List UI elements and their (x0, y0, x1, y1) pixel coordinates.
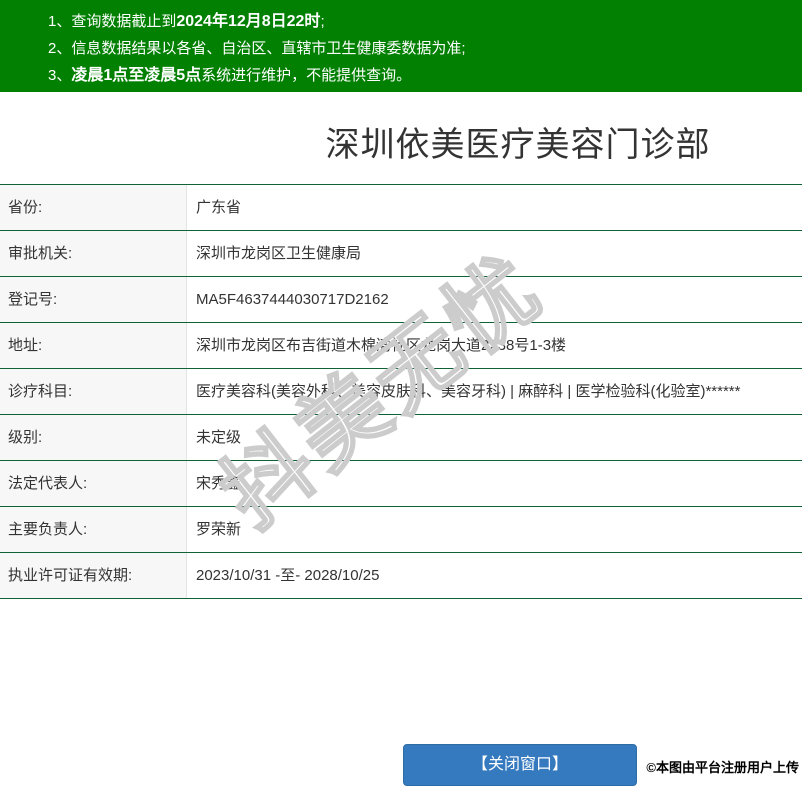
row-value: 深圳市龙岗区布吉街道木棉湾社区龙岗大道2238号1-3楼 (196, 337, 567, 354)
notice-text-bold: 凌晨1点至凌晨5点 (71, 67, 202, 84)
table-row-address: 地址: 深圳市龙岗区布吉街道木棉湾社区龙岗大道2238号1-3楼 (0, 322, 802, 368)
notice-text-bold: 2024年12月8日22时 (176, 13, 321, 30)
row-label: 省份: (0, 185, 187, 230)
row-label: 登记号: (0, 277, 187, 322)
notice-text: 2、信息数据结果以各省、自治区、直辖市卫生健康委数据为准; (48, 40, 466, 57)
row-label: 级别: (0, 415, 187, 460)
table-row-legal-representative: 法定代表人: 宋秀鑫 (0, 460, 802, 506)
title-row: 深圳依美医疗美容门诊部 (0, 93, 802, 183)
row-label: 主要负责人: (0, 507, 187, 552)
info-table: 省份: 广东省 审批机关: 深圳市龙岗区卫生健康局 登记号: MA5F46374… (0, 184, 802, 599)
table-row-province: 省份: 广东省 (0, 184, 802, 230)
page: { "header": { "notices": [ { "prefix": "… (0, 0, 802, 786)
notice-text: 系统进行维护，不能提供查询。 (201, 67, 412, 84)
row-value: 广东省 (196, 199, 242, 216)
row-label: 执业许可证有效期: (0, 553, 187, 598)
notice-text: 1、查询数据截止到 (48, 13, 177, 30)
table-row-approval-authority: 审批机关: 深圳市龙岗区卫生健康局 (0, 230, 802, 276)
table-row-level: 级别: 未定级 (0, 414, 802, 460)
table-row-principal: 主要负责人: 罗荣新 (0, 506, 802, 552)
table-row-treatment-subjects: 诊疗科目: 医疗美容科(美容外科、美容皮肤科、美容牙科) | 麻醉科 | 医学检… (0, 368, 802, 414)
row-value: 未定级 (196, 429, 242, 446)
row-value: MA5F4637444030717D2162 (196, 291, 389, 308)
table-row-license-validity: 执业许可证有效期: 2023/10/31 -至- 2028/10/25 (0, 552, 802, 599)
close-window-button[interactable]: 【关闭窗口】 (403, 744, 637, 786)
row-label: 审批机关: (0, 231, 187, 276)
row-label: 法定代表人: (0, 461, 187, 506)
row-value: 医疗美容科(美容外科、美容皮肤科、美容牙科) | 麻醉科 | 医学检验科(化验室… (196, 383, 741, 400)
notice-line: 2、信息数据结果以各省、自治区、直辖市卫生健康委数据为准; (48, 35, 792, 62)
row-label: 诊疗科目: (0, 369, 187, 414)
notice-line: 3、凌晨1点至凌晨5点系统进行维护，不能提供查询。 (48, 62, 792, 89)
page-title: 深圳依美医疗美容门诊部 (325, 126, 711, 164)
row-value: 罗荣新 (196, 521, 242, 538)
notice-text: ; (320, 13, 325, 30)
copyright-note: ©本图由平台注册用户上传 (646, 760, 799, 775)
row-value: 宋秀鑫 (196, 475, 242, 492)
notice-text: 3、 (48, 67, 72, 84)
notice-line: 1、查询数据截止到2024年12月8日22时; (48, 8, 792, 35)
table-row-registration-number: 登记号: MA5F4637444030717D2162 (0, 276, 802, 322)
row-value: 2023/10/31 -至- 2028/10/25 (196, 567, 380, 584)
row-value: 深圳市龙岗区卫生健康局 (196, 245, 362, 262)
row-label: 地址: (0, 323, 187, 368)
notice-header: 1、查询数据截止到2024年12月8日22时; 2、信息数据结果以各省、自治区、… (0, 0, 802, 92)
